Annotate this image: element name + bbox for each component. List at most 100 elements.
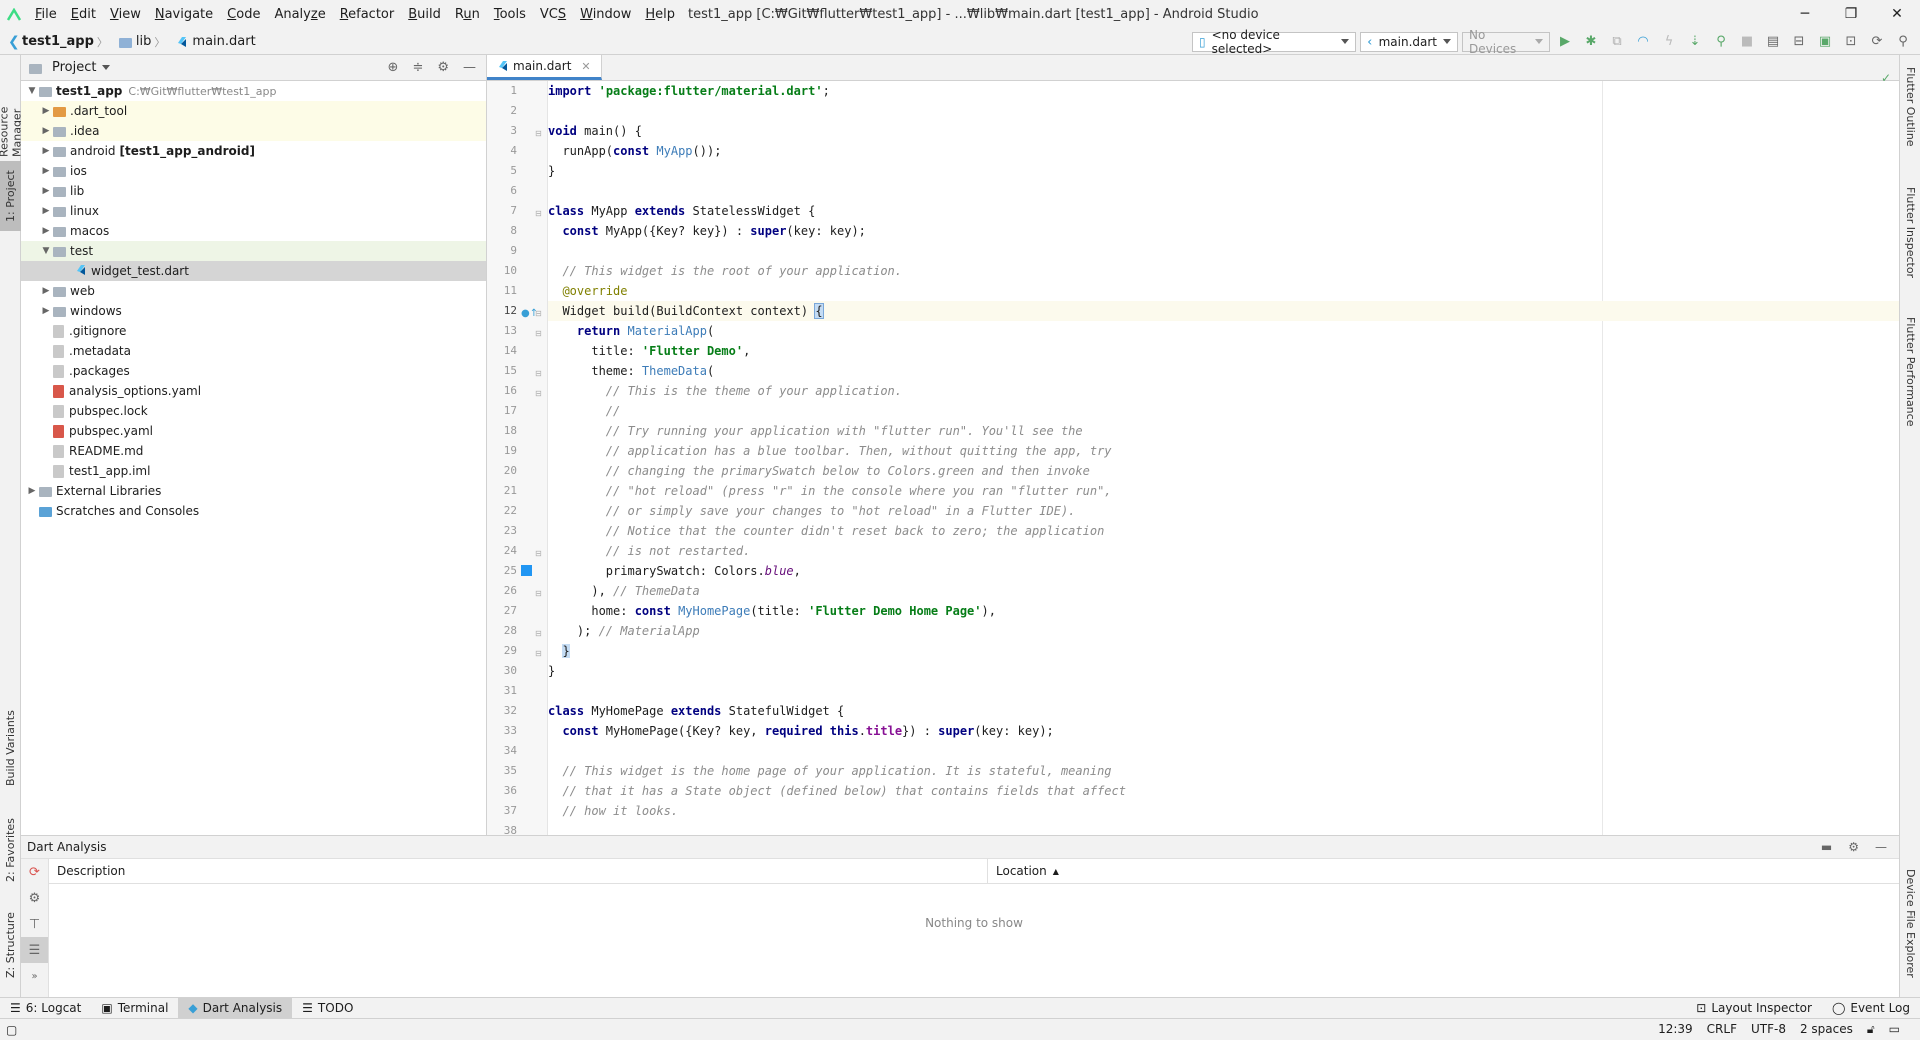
expand-arrow-icon[interactable]: ▶ (39, 146, 53, 156)
tree-item[interactable]: .metadata (21, 341, 486, 361)
close-tab-icon[interactable]: ✕ (581, 60, 590, 73)
menu-item[interactable]: View (103, 0, 148, 29)
fold-icon[interactable]: ⊟ (535, 205, 542, 219)
expand-arrow-icon[interactable]: ▶ (25, 486, 39, 496)
menu-item[interactable]: Refactor (333, 0, 402, 29)
tab-flutter-outline[interactable]: Flutter Outline (1900, 63, 1920, 163)
menu-item[interactable]: Help (638, 0, 682, 29)
expand-arrow-icon[interactable]: ▶ (39, 126, 53, 136)
devices-selector[interactable]: No Devices (1462, 28, 1550, 56)
tab-device-file-explorer[interactable]: Device File Explorer (1900, 865, 1920, 995)
fold-icon[interactable]: ⊟ (535, 645, 542, 659)
gear-icon[interactable]: ⚙ (1848, 840, 1859, 854)
fold-icon[interactable]: ⊟ (535, 125, 542, 139)
tab-dart-analysis[interactable]: ◆ Dart Analysis (178, 997, 293, 1019)
indent-setting[interactable]: 2 spaces (1800, 1022, 1853, 1037)
menu-item[interactable]: File (28, 0, 64, 29)
tree-item[interactable]: ▶ linux (21, 201, 486, 221)
expand-arrow-icon[interactable]: ▶ (39, 106, 53, 116)
tree-item[interactable]: ▶ lib (21, 181, 486, 201)
maximize-button[interactable]: ❐ (1828, 0, 1874, 29)
collapse-all-icon[interactable]: ≑ (412, 60, 423, 75)
fold-icon[interactable]: ⊟ (535, 305, 542, 319)
file-encoding[interactable]: UTF-8 (1751, 1022, 1786, 1037)
tab-flutter-inspector[interactable]: Flutter Inspector (1900, 183, 1920, 293)
back-arrow-icon[interactable]: ❮ (8, 34, 20, 50)
expand-arrow-icon[interactable]: ▶ (39, 166, 53, 176)
tree-item[interactable]: widget_test.dart (21, 261, 486, 281)
breadcrumb-file[interactable]: main.dart (172, 34, 259, 49)
tab-main-dart[interactable]: main.dart ✕ (487, 55, 602, 80)
minimize-button[interactable]: ─ (1782, 0, 1828, 29)
tree-item-scratches[interactable]: Scratches and Consoles (21, 501, 486, 521)
pin-icon[interactable]: ⊤ (21, 911, 48, 937)
expand-arrow-icon[interactable]: ▶ (39, 226, 53, 236)
tab-todo[interactable]: ☰ TODO (292, 998, 363, 1019)
run-config-selector[interactable]: main.dart (1360, 31, 1458, 52)
menu-item[interactable]: Code (220, 0, 267, 29)
tab-structure[interactable]: Z: Structure (0, 900, 21, 990)
tree-item[interactable]: ▶ ios (21, 161, 486, 181)
column-description[interactable]: Description (49, 859, 988, 883)
breadcrumb-lib[interactable]: lib 〉 (115, 34, 172, 50)
expand-arrow-icon[interactable]: ▶ (39, 186, 53, 196)
tree-item[interactable]: ▼ test (21, 241, 486, 261)
menu-item[interactable]: Edit (64, 0, 103, 29)
expand-arrow-icon[interactable]: ▼ (25, 86, 39, 96)
tree-item[interactable]: README.md (21, 441, 486, 461)
tree-item[interactable]: ▶ macos (21, 221, 486, 241)
fold-icon[interactable]: ⊟ (535, 325, 542, 339)
tree-item[interactable]: .gitignore (21, 321, 486, 341)
tab-layout-inspector[interactable]: ⊡ Layout Inspector (1686, 998, 1822, 1019)
group-by-icon[interactable]: ☰ (21, 937, 48, 963)
expand-arrow-icon[interactable]: ▶ (39, 286, 53, 296)
tree-item[interactable]: ▶ .dart_tool (21, 101, 486, 121)
tab-event-log[interactable]: ◯ Event Log (1822, 998, 1920, 1019)
menu-item[interactable]: Analyze (267, 0, 332, 29)
hide-icon[interactable]: — (1875, 840, 1887, 854)
expand-arrow-icon[interactable]: ▶ (39, 306, 53, 316)
menu-item[interactable]: Run (448, 0, 487, 29)
fold-icon[interactable]: ⊟ (535, 545, 542, 559)
column-location[interactable]: Location ▲ (988, 859, 1059, 883)
expand-arrow-icon[interactable]: ▼ (39, 246, 53, 256)
tab-project[interactable]: 1: Project (0, 161, 21, 231)
code-area[interactable]: import 'package:flutter/material.dart'; … (548, 81, 1899, 835)
layout-inspector-icon[interactable]: ⊡ (1840, 32, 1862, 52)
device-selector[interactable]: ▯ <no device selected> (1192, 28, 1356, 56)
refresh-icon[interactable]: ⟳ (21, 859, 48, 885)
menu-item[interactable]: VCS (533, 0, 573, 29)
attach-icon[interactable]: ⧉ (1606, 32, 1628, 52)
lock-icon[interactable]: 🔓︎ (1867, 1022, 1875, 1037)
tab-terminal[interactable]: ▣ Terminal (91, 998, 178, 1019)
fold-icon[interactable]: ⊟ (535, 385, 542, 399)
close-button[interactable]: ✕ (1874, 0, 1920, 29)
memory-indicator-icon[interactable]: ▭ (1889, 1022, 1900, 1037)
profile-icon[interactable]: ◠ (1632, 32, 1654, 52)
tool-windows-icon[interactable]: ▢ (6, 1023, 17, 1037)
stop-icon[interactable]: ■ (1736, 32, 1758, 52)
tree-item-external[interactable]: ▶ External Libraries (21, 481, 486, 501)
fold-icon[interactable]: ⊟ (535, 585, 542, 599)
menu-item[interactable]: Window (573, 0, 638, 29)
avd-manager-icon[interactable]: ▣ (1814, 32, 1836, 52)
tree-item[interactable]: ▶ web (21, 281, 486, 301)
hide-icon[interactable]: — (463, 60, 476, 75)
comment-icon[interactable]: ▬ (1821, 840, 1832, 854)
breadcrumb-project[interactable]: test1_app 〉 (18, 34, 115, 50)
tree-item[interactable]: test1_app.iml (21, 461, 486, 481)
tree-item[interactable]: ▶ android [test1_app_android] (21, 141, 486, 161)
run-icon[interactable]: ▶ (1554, 32, 1576, 52)
flutter-attach-icon[interactable]: ⚲ (1710, 32, 1732, 52)
expand-arrow-icon[interactable]: ▶ (39, 206, 53, 216)
chevron-down-icon[interactable] (102, 65, 111, 70)
tab-flutter-performance[interactable]: Flutter Performance (1900, 313, 1920, 443)
tree-item[interactable]: .packages (21, 361, 486, 381)
debug-icon[interactable]: ✱ (1580, 32, 1602, 52)
tree-item[interactable]: pubspec.yaml (21, 421, 486, 441)
fold-icon[interactable]: ⊟ (535, 365, 542, 379)
menu-item[interactable]: Tools (487, 0, 533, 29)
tab-build-variants[interactable]: Build Variants (0, 700, 21, 796)
tree-item[interactable]: analysis_options.yaml (21, 381, 486, 401)
search-icon[interactable]: ⚲ (1892, 32, 1914, 52)
